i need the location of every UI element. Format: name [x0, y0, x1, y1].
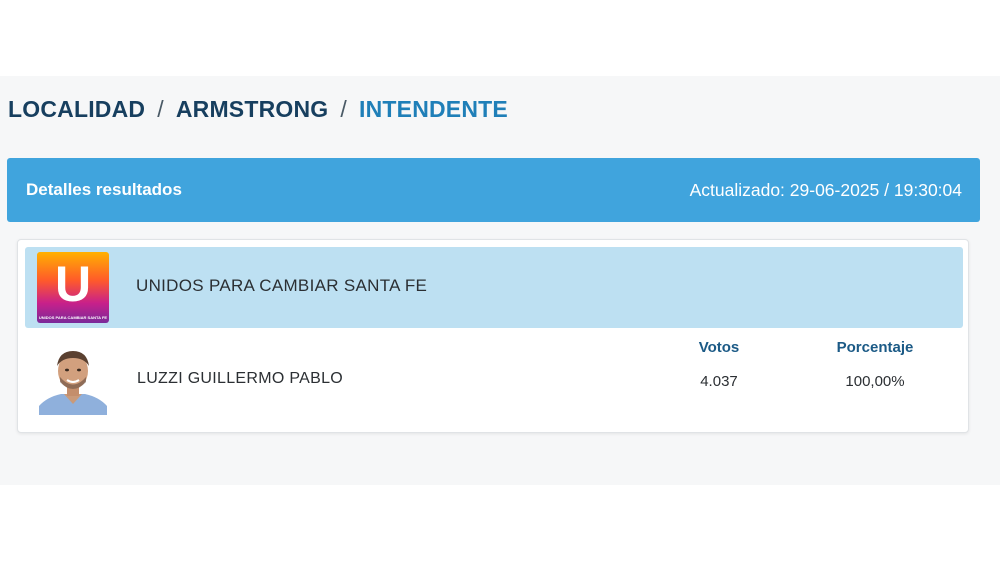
breadcrumb-separator: / [340, 95, 347, 122]
candidate-name: LUZZI GUILLERMO PABLO [137, 370, 344, 387]
breadcrumb-armstrong[interactable]: ARMSTRONG [176, 96, 329, 123]
party-row: U UNIDOS PARA CAMBIAR SANTA FE UNIDOS PA… [25, 247, 963, 328]
percent-column-header: Porcentaje [836, 339, 914, 356]
breadcrumb-intendente: INTENDENTE [359, 95, 508, 122]
party-name: UNIDOS PARA CAMBIAR SANTA FE [136, 276, 428, 295]
party-logo-caption: UNIDOS PARA CAMBIAR SANTA FE [38, 315, 108, 320]
updated-timestamp: Actualizado: 29-06-2025 / 19:30:04 [689, 179, 962, 200]
breadcrumb-localidad[interactable]: LOCALIDAD [8, 96, 145, 123]
candidate-votes: 4.037 [700, 373, 738, 390]
candidate-portrait-icon [37, 344, 109, 415]
candidate-percent: 100,00% [845, 373, 905, 390]
breadcrumb: LOCALIDAD / ARMSTRONG / INTENDENTE [8, 94, 508, 124]
party-logo-letter: U [54, 256, 92, 312]
candidate-photo [37, 344, 109, 415]
breadcrumb-separator: / [157, 95, 164, 122]
results-title: Detalles resultados [26, 180, 182, 199]
results-card: U UNIDOS PARA CAMBIAR SANTA FE UNIDOS PA… [17, 239, 969, 433]
party-logo: U UNIDOS PARA CAMBIAR SANTA FE [37, 252, 109, 323]
results-header: Detalles resultados Actualizado: 29-06-2… [7, 158, 980, 222]
votes-column-header: Votos [698, 339, 740, 356]
